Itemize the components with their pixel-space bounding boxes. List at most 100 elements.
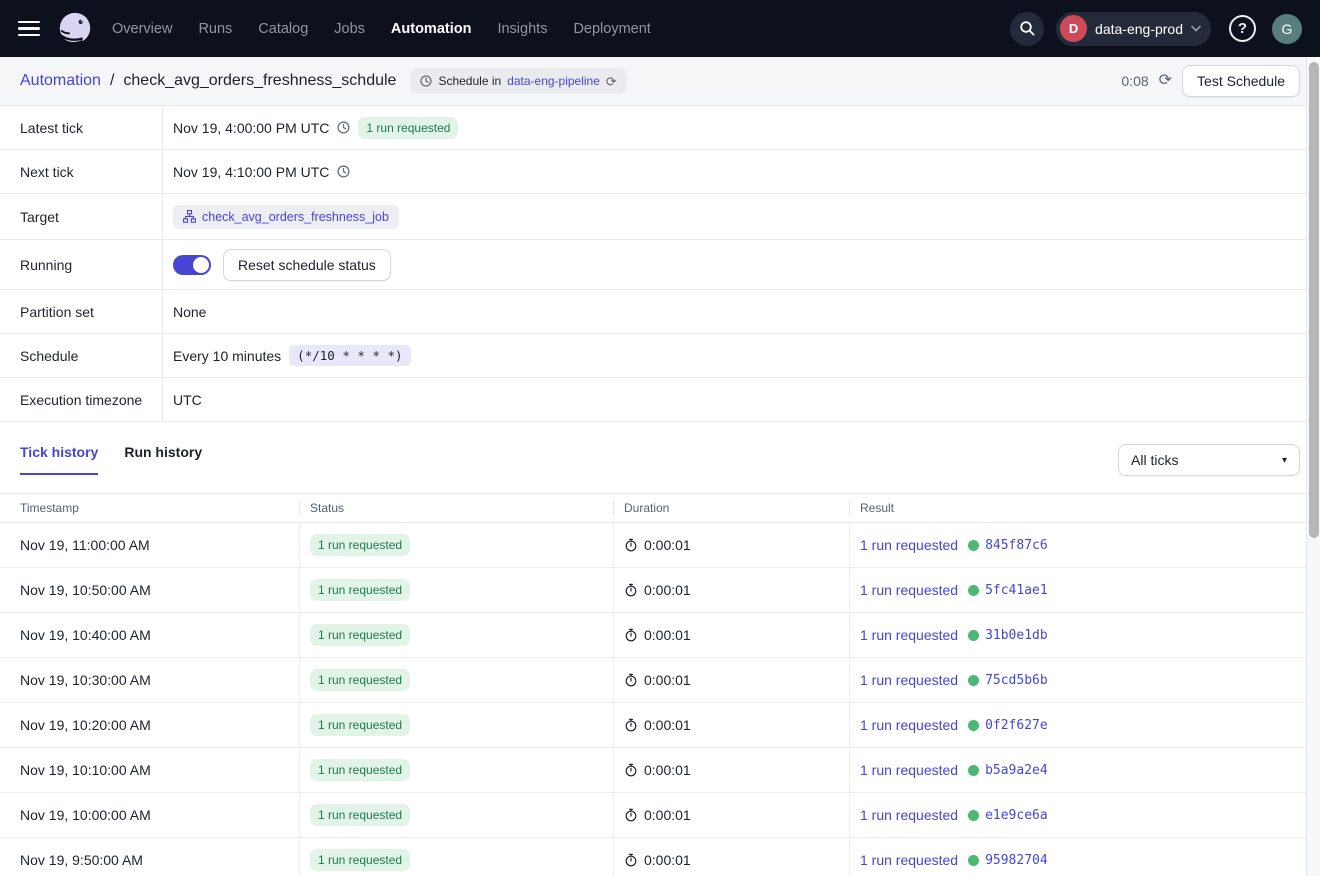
code-location-link[interactable]: data-eng-pipeline [507, 74, 600, 88]
run-requested-link[interactable]: 1 run requested [860, 582, 958, 598]
vertical-scrollbar-track[interactable] [1306, 57, 1320, 876]
run-requested-link[interactable]: 1 run requested [860, 672, 958, 688]
run-status-dot [968, 630, 979, 641]
nav-item-catalog[interactable]: Catalog [258, 21, 308, 37]
reset-schedule-status-button[interactable]: Reset schedule status [223, 249, 391, 281]
dagster-logo-icon[interactable] [56, 10, 94, 48]
schedule-badge-prefix: Schedule in [438, 74, 501, 88]
tick-timestamp: Nov 19, 9:50:00 AM [0, 838, 300, 876]
help-icon[interactable]: ? [1229, 15, 1256, 42]
tick-duration: 0:00:01 [644, 807, 691, 823]
run-status-dot [968, 765, 979, 776]
tick-duration: 0:00:01 [644, 627, 691, 643]
tab-run-history[interactable]: Run history [124, 444, 202, 473]
schedule-location-badge: Schedule in data-eng-pipeline ⟳ [410, 68, 626, 94]
detail-row-next-tick: Next tick Nov 19, 4:10:00 PM UTC [0, 150, 1320, 194]
run-status-dot [968, 810, 979, 821]
table-row: Nov 19, 10:10:00 AM 1 run requested 0:00… [0, 748, 1320, 793]
nav-item-insights[interactable]: Insights [497, 21, 547, 37]
tick-timestamp: Nov 19, 10:40:00 AM [0, 613, 300, 657]
table-row: Nov 19, 10:50:00 AM 1 run requested 0:00… [0, 568, 1320, 613]
run-status-dot [968, 540, 979, 551]
detail-label: Execution timezone [0, 378, 163, 421]
stopwatch-icon [624, 628, 638, 642]
tick-filter-select[interactable]: All ticks ▾ [1118, 444, 1300, 476]
header-status: Status [300, 501, 614, 515]
refresh-countdown: 0:08 [1121, 73, 1148, 89]
stopwatch-icon [624, 538, 638, 552]
run-id-link[interactable]: 0f2f627e [985, 718, 1048, 733]
stopwatch-icon [624, 718, 638, 732]
deployment-switcher[interactable]: D data-eng-prod [1056, 12, 1211, 46]
top-nav: Overview Runs Catalog Jobs Automation In… [0, 0, 1320, 57]
header-timestamp: Timestamp [0, 501, 300, 515]
tick-filter-selected-value: All ticks [1131, 452, 1178, 468]
detail-label: Running [0, 240, 163, 289]
status-badge: 1 run requested [310, 849, 410, 871]
avatar[interactable]: G [1272, 14, 1302, 44]
breadcrumb-separator: / [110, 72, 114, 90]
schedule-interval-text: Every 10 minutes [173, 348, 281, 364]
run-requested-link[interactable]: 1 run requested [860, 762, 958, 778]
stopwatch-icon [624, 808, 638, 822]
run-id-link[interactable]: 95982704 [985, 853, 1048, 868]
run-id-link[interactable]: b5a9a2e4 [985, 763, 1048, 778]
tick-duration: 0:00:01 [644, 852, 691, 868]
table-row: Nov 19, 10:40:00 AM 1 run requested 0:00… [0, 613, 1320, 658]
schedule-details: Latest tick Nov 19, 4:00:00 PM UTC 1 run… [0, 106, 1320, 422]
run-id-link[interactable]: 845f87c6 [985, 538, 1048, 553]
tick-duration: 0:00:01 [644, 717, 691, 733]
latest-tick-status-badge: 1 run requested [358, 117, 458, 139]
tick-duration: 0:00:01 [644, 537, 691, 553]
nav-item-runs[interactable]: Runs [198, 21, 232, 37]
stopwatch-icon [624, 583, 638, 597]
target-job-name: check_avg_orders_freshness_job [202, 210, 389, 224]
run-id-link[interactable]: 5fc41ae1 [985, 583, 1048, 598]
run-requested-link[interactable]: 1 run requested [860, 627, 958, 643]
detail-row-timezone: Execution timezone UTC [0, 378, 1320, 422]
page-title: check_avg_orders_freshness_schdule [123, 72, 396, 90]
run-id-link[interactable]: 31b0e1db [985, 628, 1048, 643]
target-job-link[interactable]: check_avg_orders_freshness_job [173, 205, 399, 229]
table-row: Nov 19, 11:00:00 AM 1 run requested 0:00… [0, 523, 1320, 568]
status-badge: 1 run requested [310, 579, 410, 601]
clock-icon [337, 165, 350, 178]
vertical-scrollbar-thumb[interactable] [1309, 62, 1319, 538]
reload-location-icon[interactable]: ⟳ [606, 75, 617, 88]
status-badge: 1 run requested [310, 759, 410, 781]
nav-item-automation[interactable]: Automation [391, 21, 472, 37]
run-requested-link[interactable]: 1 run requested [860, 807, 958, 823]
run-id-link[interactable]: e1e9ce6a [985, 808, 1048, 823]
breadcrumb-automation-link[interactable]: Automation [20, 72, 101, 90]
detail-row-target: Target check_avg_orders_freshness_job [0, 194, 1320, 240]
table-row: Nov 19, 9:50:00 AM 1 run requested 0:00:… [0, 838, 1320, 876]
run-requested-link[interactable]: 1 run requested [860, 852, 958, 868]
run-requested-link[interactable]: 1 run requested [860, 537, 958, 553]
tick-duration: 0:00:01 [644, 672, 691, 688]
run-id-link[interactable]: 75cd5b6b [985, 673, 1048, 688]
search-icon [1019, 20, 1036, 37]
clock-icon [337, 121, 350, 134]
running-toggle[interactable] [173, 255, 211, 275]
history-tabs-section: Tick history Run history All ticks ▾ [0, 422, 1320, 493]
nav-item-deployment[interactable]: Deployment [573, 21, 650, 37]
hamburger-menu-icon[interactable] [18, 21, 40, 37]
nav-item-jobs[interactable]: Jobs [334, 21, 365, 37]
test-schedule-button[interactable]: Test Schedule [1182, 65, 1300, 97]
status-badge: 1 run requested [310, 714, 410, 736]
table-row: Nov 19, 10:20:00 AM 1 run requested 0:00… [0, 703, 1320, 748]
status-badge: 1 run requested [310, 804, 410, 826]
deployment-name: data-eng-prod [1095, 21, 1183, 37]
timezone-value: UTC [173, 392, 202, 408]
tab-tick-history[interactable]: Tick history [20, 444, 98, 475]
detail-row-partition-set: Partition set None [0, 290, 1320, 334]
nav-item-overview[interactable]: Overview [112, 21, 172, 37]
tick-duration: 0:00:01 [644, 762, 691, 778]
search-button[interactable] [1010, 12, 1044, 46]
primary-nav-links: Overview Runs Catalog Jobs Automation In… [112, 21, 651, 37]
stopwatch-icon [624, 673, 638, 687]
refresh-icon[interactable]: ⟳ [1159, 73, 1172, 89]
run-requested-link[interactable]: 1 run requested [860, 717, 958, 733]
detail-label: Schedule [0, 334, 163, 377]
detail-label: Latest tick [0, 106, 163, 149]
